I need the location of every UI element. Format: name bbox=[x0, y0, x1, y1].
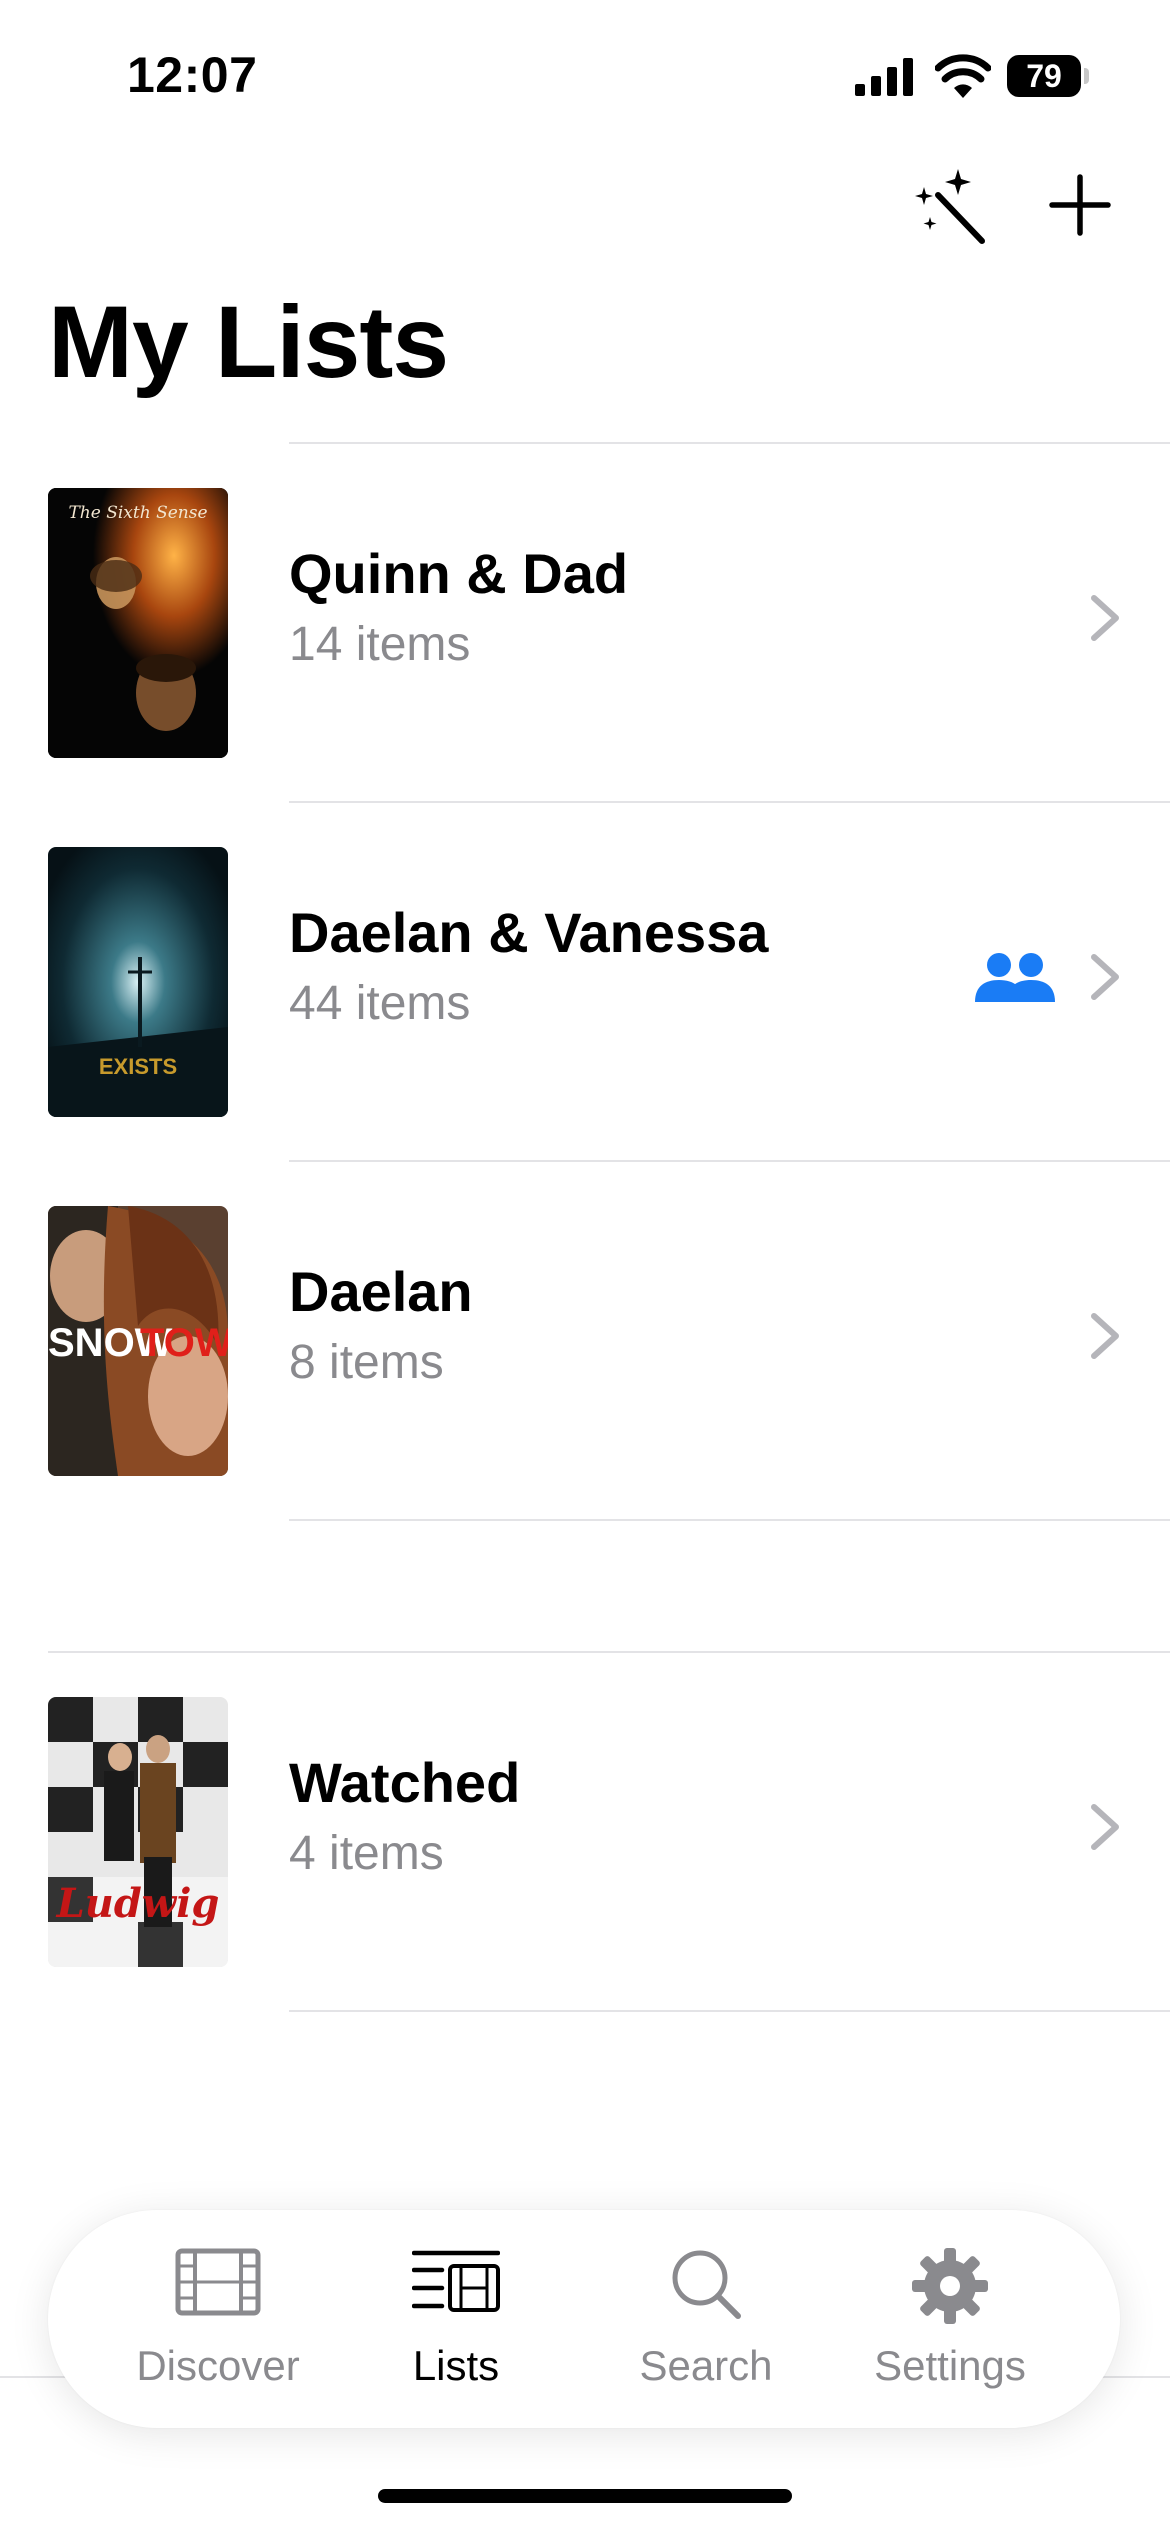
tab-label: Lists bbox=[412, 2342, 500, 2389]
status-bar: 12:07 79 bbox=[0, 0, 1170, 150]
gear-icon bbox=[912, 2248, 988, 2324]
divider bbox=[289, 1519, 1170, 1521]
status-time: 12:07 bbox=[127, 47, 258, 103]
list-item-count: 44 items bbox=[289, 977, 471, 1030]
tab-lists[interactable]: Lists bbox=[346, 2210, 566, 2428]
wifi-icon bbox=[935, 54, 991, 98]
list-poster: The Sixth Sense bbox=[48, 488, 228, 758]
poster-title: The Sixth Sense bbox=[68, 503, 207, 523]
list-name: Daelan & Vanessa bbox=[289, 901, 769, 964]
tab-search[interactable]: Search bbox=[596, 2210, 816, 2428]
shared-people-icon bbox=[975, 953, 1055, 1002]
list-item-daelan[interactable]: SNOW TOWN Daelan 8 items bbox=[0, 1161, 1170, 1519]
divider bbox=[289, 2010, 1170, 2012]
magic-wand-button[interactable] bbox=[908, 165, 988, 245]
list-poster: Ludwig bbox=[48, 1697, 228, 1967]
list-item-count: 4 items bbox=[289, 1827, 444, 1880]
page-title: My Lists bbox=[48, 285, 449, 399]
list-item-watched[interactable]: Ludwig Watched 4 items bbox=[0, 1652, 1170, 2010]
tab-discover[interactable]: Discover bbox=[108, 2210, 328, 2428]
plus-icon bbox=[1049, 174, 1111, 236]
add-list-button[interactable] bbox=[1040, 165, 1120, 245]
list-name: Quinn & Dad bbox=[289, 542, 629, 605]
battery-cap bbox=[1084, 68, 1089, 84]
list-item-daelan-and-vanessa[interactable]: EXISTS Daelan & Vanessa 44 items bbox=[0, 802, 1170, 1160]
chevron-right-icon bbox=[1091, 1804, 1119, 1850]
tab-label: Discover bbox=[136, 2342, 300, 2389]
list-poster: EXISTS bbox=[48, 847, 228, 1117]
home-indicator[interactable] bbox=[378, 2489, 792, 2503]
poster-title: EXISTS bbox=[99, 1054, 177, 1079]
list-name: Watched bbox=[289, 1751, 521, 1814]
chevron-right-icon bbox=[1091, 954, 1119, 1000]
poster-title: Ludwig bbox=[56, 1880, 220, 1927]
cellular-signal-icon bbox=[855, 58, 913, 96]
battery-level: 79 bbox=[1007, 55, 1081, 97]
list-item-quinn-and-dad[interactable]: The Sixth Sense Quinn & Dad 14 items bbox=[0, 443, 1170, 801]
search-icon bbox=[672, 2250, 741, 2319]
chevron-right-icon bbox=[1091, 595, 1119, 641]
list-film-icon bbox=[412, 2250, 500, 2312]
list-item-count: 8 items bbox=[289, 1336, 444, 1389]
tab-label: Search bbox=[639, 2342, 773, 2389]
magic-wand-icon bbox=[915, 169, 985, 244]
list-poster: SNOW TOWN bbox=[48, 1206, 228, 1476]
poster-title-part2: TOWN bbox=[140, 1321, 228, 1365]
tab-settings[interactable]: Settings bbox=[840, 2210, 1060, 2428]
tab-bar: Discover Lists Search Settings bbox=[48, 2210, 1120, 2428]
list-item-count: 14 items bbox=[289, 618, 471, 671]
tab-label: Settings bbox=[874, 2342, 1026, 2389]
list-name: Daelan bbox=[289, 1260, 473, 1323]
chevron-right-icon bbox=[1091, 1313, 1119, 1359]
battery-indicator: 79 bbox=[1007, 55, 1089, 97]
film-icon bbox=[175, 2248, 261, 2316]
